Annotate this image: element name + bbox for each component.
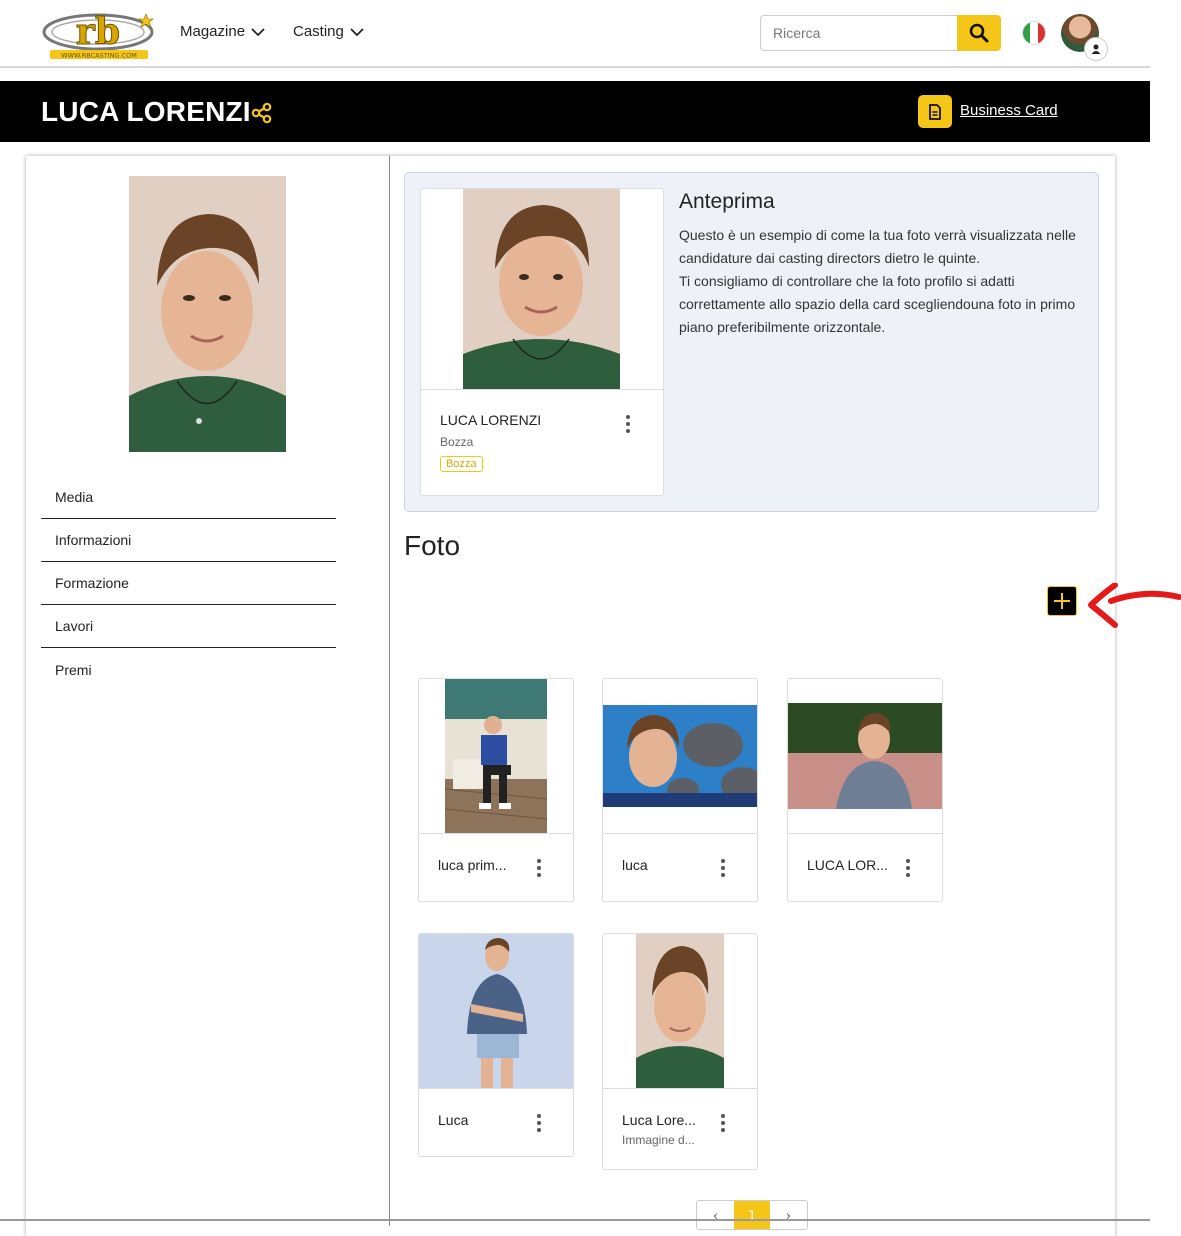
kebab-menu-icon[interactable] — [720, 1114, 726, 1132]
pagination-page-current[interactable]: 1 — [734, 1201, 770, 1229]
card-divider — [419, 833, 573, 834]
preview-description: Questo è un esempio di come la tua foto … — [679, 224, 1079, 339]
column-divider — [389, 156, 390, 1226]
status-badge: Bozza — [440, 456, 483, 472]
share-icon[interactable] — [251, 102, 273, 124]
document-icon — [929, 103, 941, 120]
search-icon — [969, 23, 989, 43]
card-divider — [788, 833, 942, 834]
photo-card[interactable]: luca — [602, 678, 758, 902]
site-logo[interactable]: rb WWW.RBCASTING.COM — [42, 8, 158, 60]
photo-name: luca prim... — [438, 857, 507, 873]
preview-description-line: Questo è un esempio di come la tua foto … — [679, 227, 1076, 266]
photo-thumbnail — [603, 705, 757, 807]
preview-card-photo — [463, 189, 620, 389]
photo-card[interactable]: Luca — [418, 933, 574, 1157]
photo-caption: Immagine d... — [622, 1133, 695, 1147]
kebab-menu-icon[interactable] — [536, 1114, 542, 1132]
photo-name: luca — [622, 857, 648, 873]
photo-thumbnail — [636, 934, 724, 1088]
logo-caption: WWW.RBCASTING.COM — [61, 52, 137, 60]
photos-section-title: Foto — [404, 530, 461, 561]
sidebar-menu: Media Informazioni Formazione Lavori Pre… — [41, 476, 336, 691]
profile-name: LUCA LORENZI — [41, 96, 251, 127]
kebab-menu-icon[interactable] — [720, 859, 726, 877]
photo-name: Luca Lore... — [622, 1112, 696, 1128]
logo-text: rb — [76, 11, 120, 53]
nav-casting[interactable]: Casting — [293, 23, 364, 40]
pagination: ‹ 1 › — [696, 1200, 808, 1230]
sidebar-item-label: Media — [55, 489, 94, 505]
sidebar-item-media[interactable]: Media — [41, 476, 336, 519]
red-arrow-annotation — [1088, 583, 1181, 628]
photo-card[interactable]: luca prim... — [418, 678, 574, 902]
add-photo-button[interactable] — [1047, 586, 1077, 616]
card-divider — [603, 1088, 757, 1089]
profile-photo — [129, 176, 286, 452]
italian-flag-icon[interactable] — [1022, 21, 1046, 45]
kebab-menu-icon[interactable] — [536, 859, 542, 877]
preview-description-line: Ti consigliamo di controllare che la fot… — [679, 273, 1076, 335]
business-card-button[interactable] — [918, 95, 952, 128]
kebab-menu-icon[interactable] — [905, 859, 911, 877]
plus-icon — [1054, 593, 1070, 609]
photo-card[interactable]: Luca Lore... Immagine d... — [602, 933, 758, 1170]
chevron-down-icon — [251, 27, 265, 36]
photo-name: Luca — [438, 1112, 469, 1128]
photo-name: LUCA LOR... — [807, 857, 888, 873]
card-divider — [421, 389, 663, 390]
pagination-prev[interactable]: ‹ — [697, 1201, 734, 1229]
sidebar-item-label: Premi — [55, 661, 92, 678]
search-input[interactable] — [760, 15, 957, 51]
preview-card-name: LUCA LORENZI — [440, 412, 542, 428]
card-divider — [419, 1088, 573, 1089]
sidebar-item-label: Formazione — [55, 575, 129, 591]
chevron-down-icon — [350, 27, 364, 36]
sidebar-item-label: Lavori — [55, 618, 94, 634]
nav-casting-label: Casting — [293, 23, 344, 40]
photo-thumbnail — [788, 703, 942, 809]
kebab-menu-icon[interactable] — [625, 415, 631, 433]
preview-card-status: Bozza — [440, 435, 474, 449]
business-card-link[interactable]: Business Card — [960, 102, 1058, 119]
nav-magazine-label: Magazine — [180, 23, 246, 40]
sidebar-item-premi[interactable]: Premi — [41, 648, 336, 691]
photo-thumbnail — [445, 679, 547, 833]
preview-title: Anteprima — [679, 190, 775, 213]
search-button[interactable] — [957, 15, 1001, 51]
photo-thumbnail — [419, 934, 573, 1088]
user-icon[interactable] — [1084, 37, 1108, 61]
sidebar-item-lavori[interactable]: Lavori — [41, 605, 336, 648]
nav-magazine[interactable]: Magazine — [180, 23, 265, 40]
search-bar — [760, 15, 1001, 51]
sidebar-item-label: Informazioni — [55, 532, 132, 548]
pagination-next[interactable]: › — [770, 1201, 807, 1229]
card-divider — [603, 833, 757, 834]
sidebar-item-informazioni[interactable]: Informazioni — [41, 519, 336, 562]
sidebar-item-formazione[interactable]: Formazione — [41, 562, 336, 605]
photo-card[interactable]: LUCA LOR... — [787, 678, 943, 902]
